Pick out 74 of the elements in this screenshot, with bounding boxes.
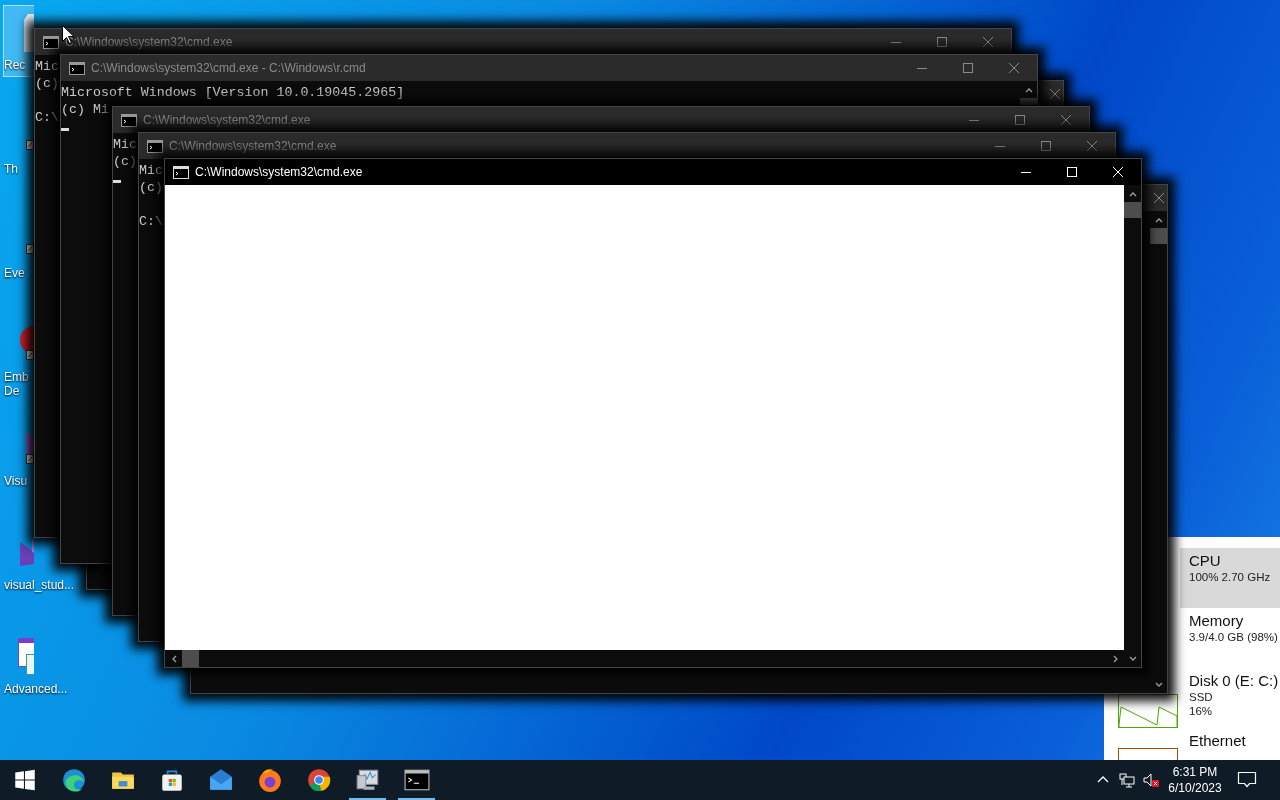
- icon-label[interactable]: Emb De: [4, 370, 29, 398]
- chevron-down-icon: [1128, 654, 1137, 663]
- icon-label[interactable]: Rec: [4, 58, 26, 72]
- scroll-thumb[interactable]: [182, 650, 199, 667]
- console-text: (c): [139, 179, 163, 196]
- console-icon: [69, 61, 85, 75]
- console-icon: [121, 113, 137, 127]
- running-indicator: [398, 798, 435, 800]
- close-icon: [1113, 167, 1123, 177]
- resource-detail: 16%: [1189, 704, 1213, 718]
- console-text: (c) Mi: [61, 101, 109, 118]
- console-text: Mic: [35, 58, 59, 75]
- resource-item[interactable]: Ethernet: [1180, 728, 1280, 760]
- maximize-icon: [1067, 167, 1077, 177]
- close-icon: [983, 37, 993, 47]
- icon-label[interactable]: Advanced...: [4, 682, 68, 696]
- console-icon: [43, 35, 59, 49]
- scroll-thumb[interactable]: [1020, 98, 1037, 105]
- monitor-icon: [354, 767, 381, 793]
- close-icon: [1061, 115, 1071, 125]
- maximize-icon: [1015, 115, 1025, 125]
- chevron-right-icon: [1111, 654, 1120, 663]
- console-icon: [147, 139, 163, 153]
- resource-name: Disk 0 (E: C:): [1189, 672, 1279, 690]
- close-icon: [1009, 63, 1019, 73]
- speaker-muted-icon: [1142, 771, 1160, 789]
- network-icon: [1118, 771, 1136, 789]
- resource-item[interactable]: CPU 100% 2.70 GHz: [1180, 548, 1280, 608]
- resource-name: Memory: [1189, 612, 1244, 630]
- console-text: Microsoft Windows [Version 10.0.19045.2965]: [61, 84, 405, 101]
- resource-name: CPU: [1189, 552, 1221, 570]
- console-icon: [173, 165, 189, 179]
- icon-label[interactable]: Visu: [4, 474, 28, 488]
- resource-detail: SSD: [1189, 690, 1213, 704]
- console-text: Mic: [139, 162, 163, 179]
- resource-detail: 3.9/4.0 GB (98%): [1189, 630, 1278, 644]
- console-text: (c): [113, 153, 137, 170]
- window-title: C:\Windows\system32\cmd.exe: [169, 139, 337, 153]
- console-text: C:\: [35, 109, 59, 126]
- browser-icon: [305, 767, 332, 793]
- scroll-thumb[interactable]: [1150, 228, 1167, 244]
- notification-icon: [1237, 771, 1257, 789]
- browser-icon: [256, 767, 283, 793]
- close-icon: [1154, 193, 1164, 203]
- resource-item[interactable]: Memory 3.9/4.0 GB (98%): [1180, 608, 1280, 668]
- terminal-icon: [403, 767, 430, 793]
- icon-label[interactable]: visual_stud...: [4, 578, 75, 592]
- icon-label[interactable]: Th: [4, 162, 18, 176]
- console-text: Mic: [113, 136, 137, 153]
- text-cursor: [113, 180, 121, 183]
- maximize-icon: [1041, 141, 1051, 151]
- window-title: C:\Windows\system32\cmd.exe: [65, 35, 233, 49]
- resource-item[interactable]: Disk 0 (E: C:) SSD 16%: [1180, 668, 1280, 728]
- mail-icon: [207, 767, 234, 793]
- resource-detail: 100% 2.70 GHz: [1189, 570, 1271, 584]
- maximize-icon: [963, 63, 973, 73]
- icon-label[interactable]: Eve: [4, 266, 25, 280]
- usage-graph: [1118, 694, 1178, 728]
- browser-icon: [60, 767, 87, 793]
- console-text: C:\: [139, 213, 163, 230]
- chevron-down-icon: [1154, 680, 1163, 689]
- close-icon: [1087, 141, 1097, 151]
- window-title: C:\Windows\system32\cmd.exe: [143, 113, 311, 127]
- console-text: (c): [35, 75, 59, 92]
- resource-name: Ethernet: [1189, 732, 1246, 750]
- running-indicator: [349, 798, 386, 800]
- close-icon: [1050, 89, 1060, 99]
- scroll-thumb[interactable]: [1124, 202, 1141, 218]
- window-title: C:\Windows\system32\cmd.exe - C:\Windows\r.cmd: [91, 61, 366, 75]
- text-cursor: [61, 128, 69, 131]
- clock-date[interactable]: 6/10/2023: [1168, 780, 1222, 796]
- clock-time[interactable]: 6:31 PM: [1172, 764, 1218, 780]
- maximize-icon: [937, 37, 947, 47]
- window-title: C:\Windows\system32\cmd.exe: [195, 165, 363, 179]
